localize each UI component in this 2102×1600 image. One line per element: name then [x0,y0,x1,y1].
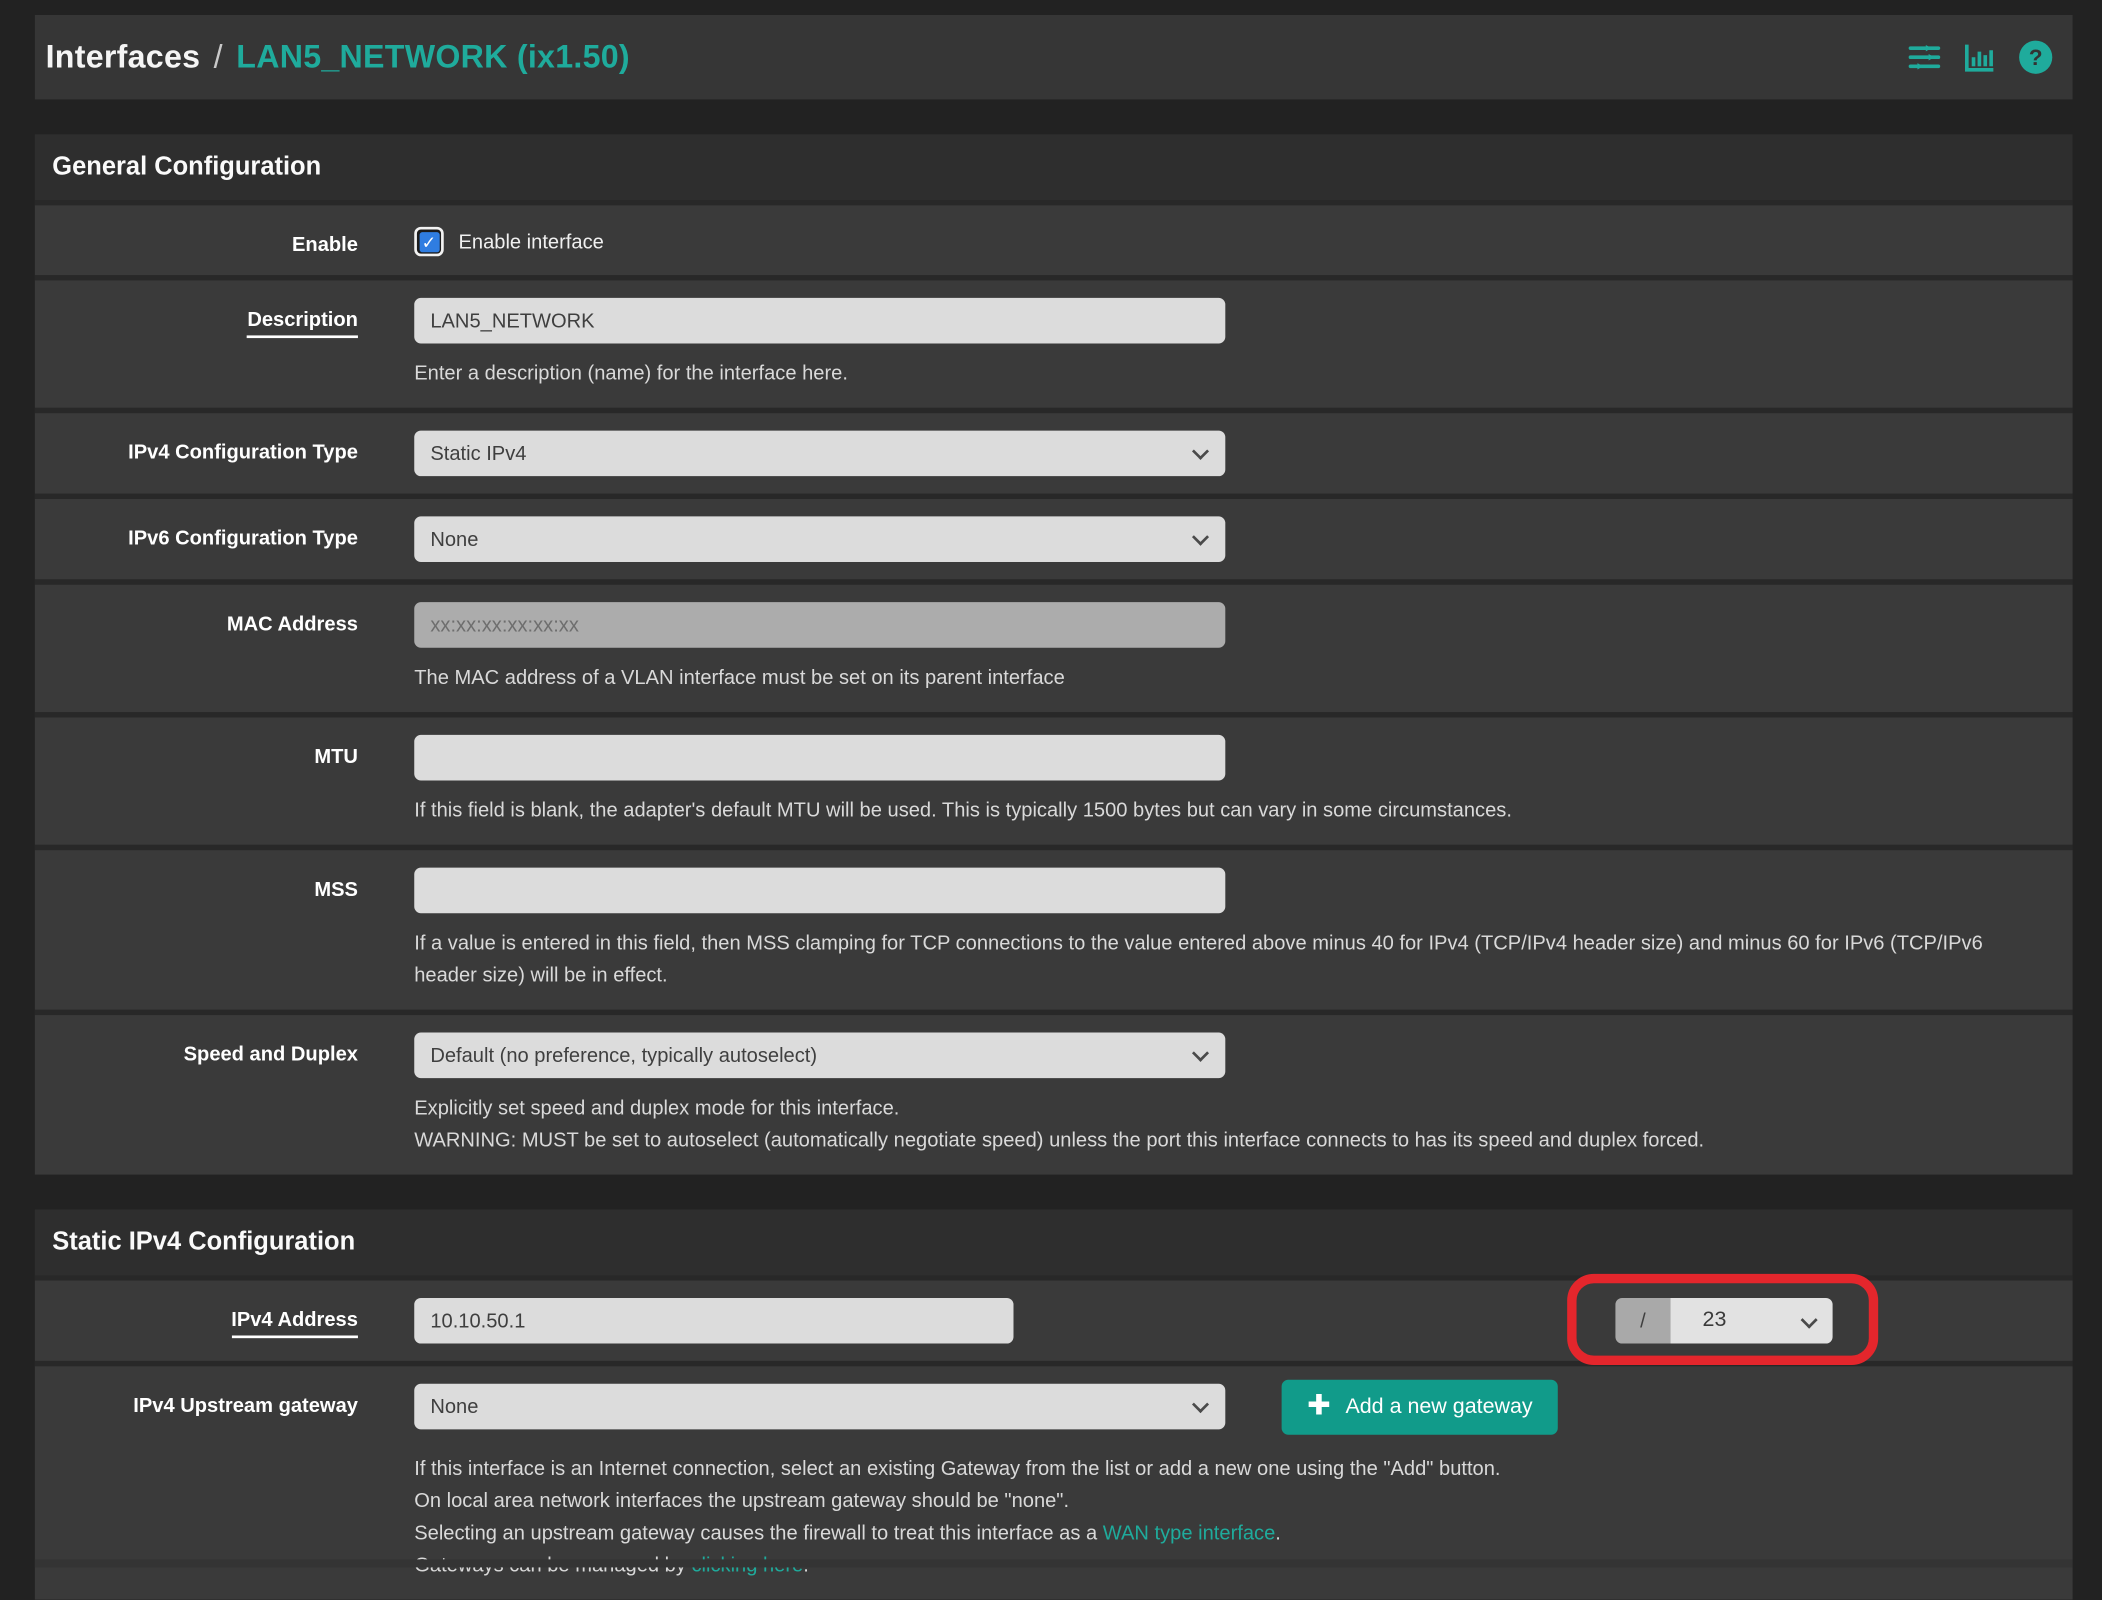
ipv4-address-input[interactable] [414,1297,1014,1344]
speed-duplex-row: Speed and Duplex Default (no preference,… [34,1009,2073,1175]
subnet-prefix-group: / 23 [1567,1273,1879,1365]
mtu-row: MTU If this field is blank, the adapter'… [34,712,2073,845]
ipv6-configuration-type-label: IPv6 Configuration Type [128,527,358,550]
selected-value: 23 [1702,1308,1727,1332]
enable-label: Enable [291,233,358,257]
bar-chart-icon[interactable] [1963,40,1997,74]
svg-text:?: ? [2029,45,2043,70]
gateway-help-line1: If this interface is an Internet connect… [414,1457,1501,1481]
panel-title: General Configuration [52,152,322,181]
ipv6-configuration-type-select[interactable]: None [414,516,1226,562]
static-ipv4-configuration-header: Static IPv4 Configuration [34,1209,2073,1276]
gateway-help-line3: Selecting an upstream gateway causes the… [414,1521,1281,1545]
mss-help: If a value is entered in this field, the… [414,931,1983,987]
mss-input[interactable] [414,867,1226,914]
ipv4-upstream-gateway-select[interactable]: None [414,1383,1226,1430]
breadcrumb-section: Interfaces [45,38,201,75]
mac-address-help: The MAC address of a VLAN interface must… [414,666,1065,690]
selected-value: None [430,1395,479,1418]
enable-row: Enable ✓ Enable interface [34,200,2073,276]
help-icon[interactable]: ? [2018,39,2054,75]
mss-row: MSS If a value is entered in this field,… [34,844,2073,1010]
mac-address-label: MAC Address [226,612,358,636]
breadcrumb-current-interface[interactable]: LAN5_NETWORK (ix1.50) [236,38,630,74]
selected-value: Static IPv4 [430,441,527,465]
speed-duplex-label: Speed and Duplex [183,1043,358,1067]
ipv4-upstream-gateway-label: IPv4 Upstream gateway [133,1394,358,1418]
ipv4-address-row: IPv4 Address / 23 [34,1273,2073,1365]
ipv4-configuration-type-row: IPv4 Configuration Type Static IPv4 [34,407,2073,494]
mac-address-input[interactable] [414,602,1226,648]
ipv4-configuration-type-select[interactable]: Static IPv4 [414,430,1226,477]
mtu-help: If this field is blank, the adapter's de… [414,799,1512,823]
ipv4-configuration-type-label: IPv4 Configuration Type [128,441,358,465]
speed-duplex-help: Explicitly set speed and duplex mode for… [414,1093,2047,1157]
speed-duplex-select[interactable]: Default (no preference, typically autose… [414,1032,1226,1079]
speed-duplex-help-line1: Explicitly set speed and duplex mode for… [414,1096,900,1120]
chevron-down-icon [1191,1396,1210,1414]
chevron-down-icon [1191,442,1210,460]
panel-title: Static IPv4 Configuration [52,1227,356,1256]
breadcrumb: Interfaces / LAN5_NETWORK (ix1.50) [46,38,630,76]
wan-type-interface-link[interactable]: WAN type interface [1103,1522,1275,1545]
enable-interface-checkbox-label[interactable]: Enable interface [458,230,603,253]
general-configuration-panel: General Configuration Enable ✓ Enable in… [34,134,2073,1175]
mss-label: MSS [314,878,358,902]
prefix-separator-addon: / [1615,1297,1671,1344]
enable-interface-checkbox[interactable]: ✓ [414,226,444,257]
selected-value: None [430,527,479,551]
description-label: Description [55,298,358,391]
chevron-down-icon [1191,1044,1210,1062]
add-new-gateway-button-label: Add a new gateway [1345,1395,1533,1418]
chevron-down-icon [1800,1311,1818,1329]
description-help: Enter a description (name) for the inter… [414,362,848,386]
add-new-gateway-button[interactable]: ✚ Add a new gateway [1281,1379,1559,1435]
static-ipv4-configuration-panel: Static IPv4 Configuration IPv4 Address /… [34,1209,2073,1600]
mtu-input[interactable] [414,734,1226,781]
sliders-icon[interactable] [1908,40,1942,74]
next-panel-top-edge [34,1559,2073,1568]
breadcrumb-bar: Interfaces / LAN5_NETWORK (ix1.50) ? [34,15,2073,100]
checkmark-icon: ✓ [418,231,440,252]
description-row: Description Enter a description (name) f… [34,275,2073,408]
selected-value: Default (no preference, typically autose… [430,1043,818,1067]
interface-config-page: Interfaces / LAN5_NETWORK (ix1.50) ? Gen… [0,15,2102,1600]
speed-duplex-help-warning: WARNING: MUST be set to autoselect (auto… [414,1129,1705,1152]
breadcrumb-separator: / [213,38,223,75]
plus-icon: ✚ [1307,1390,1331,1422]
chevron-down-icon [1191,528,1210,546]
mac-address-row: MAC Address The MAC address of a VLAN in… [34,579,2073,713]
description-input[interactable] [414,297,1226,344]
gateway-help-line2: On local area network interfaces the ups… [414,1489,1070,1513]
general-configuration-header: General Configuration [34,134,2073,201]
subnet-mask-select[interactable]: 23 [1670,1297,1833,1344]
ipv6-configuration-type-row: IPv6 Configuration Type None [34,493,2073,580]
ipv4-address-label: IPv4 Address [55,1298,358,1344]
mtu-label: MTU [314,745,358,769]
titlebar-actions: ? [1908,39,2054,75]
